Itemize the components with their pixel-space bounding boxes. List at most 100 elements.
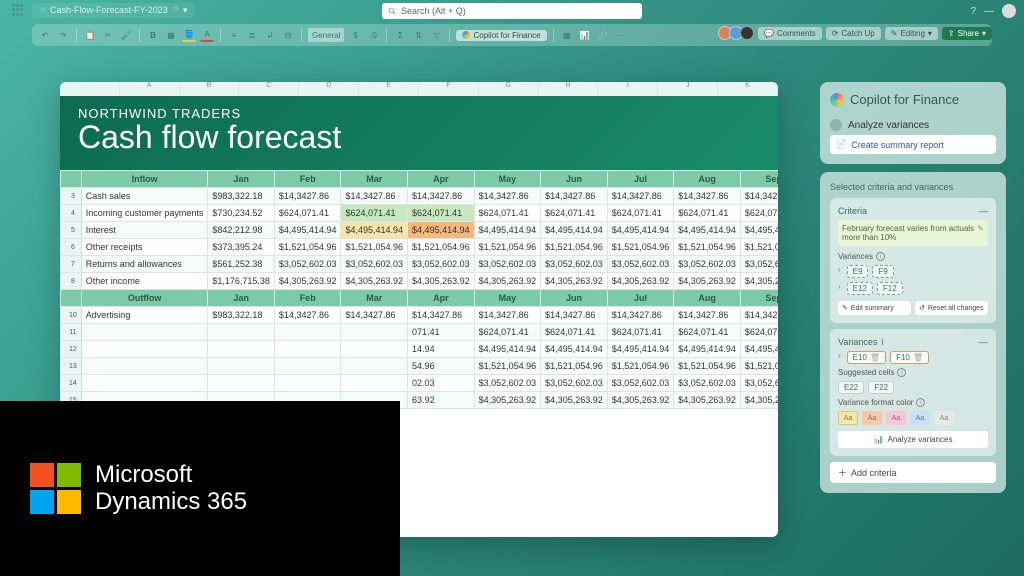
- row-number[interactable]: 7: [61, 256, 82, 273]
- autosum-button[interactable]: Σ: [393, 28, 407, 42]
- search-input[interactable]: Search (Alt + Q): [382, 3, 642, 19]
- filter-button[interactable]: ▽: [429, 28, 443, 42]
- swatch-orange[interactable]: Aa: [862, 411, 882, 425]
- cell[interactable]: $14,3427.86: [408, 188, 475, 205]
- cell[interactable]: [341, 324, 408, 341]
- editing-mode-button[interactable]: ✎ Editing ▾: [885, 27, 938, 40]
- row-number[interactable]: 13: [61, 358, 82, 375]
- chart-button[interactable]: 📊: [578, 28, 592, 42]
- edit-summary-button[interactable]: ✎ Edit summary: [838, 301, 911, 315]
- cell[interactable]: $561,252.38: [208, 256, 275, 273]
- row-number[interactable]: 5: [61, 222, 82, 239]
- cell[interactable]: $4,495,414.94: [607, 222, 674, 239]
- cell[interactable]: $624,071.41: [674, 205, 741, 222]
- cell[interactable]: $4,495,414.94: [341, 222, 408, 239]
- reset-changes-button[interactable]: ↺ Reset all changes: [915, 301, 988, 315]
- cell[interactable]: $1,521,054.96: [674, 358, 741, 375]
- cell[interactable]: $3,052,602.03: [274, 256, 341, 273]
- row-number[interactable]: 4: [61, 205, 82, 222]
- minimize-icon[interactable]: —: [984, 6, 994, 17]
- cell[interactable]: $14,3427.86: [607, 188, 674, 205]
- cell-chip[interactable]: E9: [847, 265, 869, 278]
- cell[interactable]: $4,495,414.94: [541, 222, 608, 239]
- avatar-3[interactable]: [740, 26, 754, 40]
- info-icon[interactable]: i: [876, 252, 885, 261]
- collapse-icon[interactable]: —: [979, 206, 988, 216]
- forecast-table[interactable]: InflowJanFebMarAprMayJunJulAugSep3Cash s…: [60, 170, 778, 409]
- cell[interactable]: $624,071.41: [541, 324, 608, 341]
- cell[interactable]: 63.92: [408, 392, 475, 409]
- cell[interactable]: $14,3427.86: [541, 307, 608, 324]
- swatch-pink[interactable]: Aa: [886, 411, 906, 425]
- cell[interactable]: $3,052,602.03: [740, 256, 778, 273]
- cell[interactable]: $624,071.41: [474, 324, 541, 341]
- cell[interactable]: [274, 375, 341, 392]
- cell[interactable]: $3,052,602.03: [607, 256, 674, 273]
- cell[interactable]: [274, 358, 341, 375]
- align-center-button[interactable]: ≣: [245, 28, 259, 42]
- cell[interactable]: $14,3427.86: [541, 188, 608, 205]
- cell[interactable]: $14,3427.86: [341, 188, 408, 205]
- cell[interactable]: $1,521,054.96: [341, 239, 408, 256]
- merge-button[interactable]: ⊟: [281, 28, 295, 42]
- cell[interactable]: $14,3427.86: [607, 307, 674, 324]
- row-number[interactable]: 12: [61, 341, 82, 358]
- cell[interactable]: $4,305,263.92: [541, 273, 608, 290]
- app-launcher-icon[interactable]: [12, 4, 24, 16]
- cell[interactable]: $4,305,263.92: [341, 273, 408, 290]
- cell[interactable]: $4,495,414.94: [674, 341, 741, 358]
- cell[interactable]: $1,521,054.96: [740, 358, 778, 375]
- row-number[interactable]: 11: [61, 324, 82, 341]
- cell[interactable]: [274, 324, 341, 341]
- cell[interactable]: $730,234.52: [208, 205, 275, 222]
- cell[interactable]: $624,071.41: [607, 205, 674, 222]
- col-header[interactable]: G: [479, 82, 539, 96]
- share-button[interactable]: ⇪ Share ▾: [942, 27, 992, 40]
- delete-icon[interactable]: 🗑: [913, 353, 923, 362]
- redo-button[interactable]: ↷: [56, 28, 70, 42]
- cell[interactable]: $14,3427.86: [341, 307, 408, 324]
- link-button[interactable]: 🔗: [596, 28, 610, 42]
- col-header[interactable]: K: [718, 82, 778, 96]
- suggested-chip[interactable]: E22: [838, 381, 864, 394]
- more-button[interactable]: ⋯: [614, 28, 628, 42]
- cell[interactable]: $1,521,054.96: [474, 358, 541, 375]
- info-icon[interactable]: i: [897, 368, 906, 377]
- cell[interactable]: $624,071.41: [740, 205, 778, 222]
- cell[interactable]: $624,071.41: [674, 324, 741, 341]
- suggested-chip[interactable]: F22: [868, 381, 894, 394]
- cell[interactable]: $4,495,414.94: [408, 222, 475, 239]
- cell[interactable]: $14,3427.86: [740, 307, 778, 324]
- cell[interactable]: [341, 341, 408, 358]
- col-header[interactable]: B: [180, 82, 240, 96]
- analyze-variances-action[interactable]: Analyze variances: [830, 115, 996, 135]
- cell[interactable]: $14,3427.86: [674, 307, 741, 324]
- cell[interactable]: $4,495,414.94: [274, 222, 341, 239]
- cell[interactable]: $14,3427.86: [674, 188, 741, 205]
- currency-button[interactable]: $: [348, 28, 362, 42]
- cell[interactable]: $4,305,263.92: [274, 273, 341, 290]
- insert-button[interactable]: ▦: [560, 28, 574, 42]
- cell[interactable]: [341, 375, 408, 392]
- border-button[interactable]: ▦: [164, 28, 178, 42]
- cell[interactable]: $1,521,054.96: [541, 358, 608, 375]
- cell[interactable]: 14.94: [408, 341, 475, 358]
- cell[interactable]: $624,071.41: [408, 205, 475, 222]
- cell[interactable]: $4,305,263.92: [408, 273, 475, 290]
- cell[interactable]: $4,305,263.92: [607, 273, 674, 290]
- cell[interactable]: $4,495,414.94: [474, 222, 541, 239]
- cell[interactable]: $4,305,263.92: [740, 392, 778, 409]
- file-tab[interactable]: Cash-Flow-Forecast-FY-2023 ⛅︎ ▾: [32, 3, 195, 18]
- font-color-button[interactable]: A: [200, 28, 214, 42]
- cell[interactable]: $4,305,263.92: [674, 392, 741, 409]
- cell[interactable]: $4,495,414.94: [474, 341, 541, 358]
- decimal-dec-button[interactable]: .0: [366, 28, 380, 42]
- cell[interactable]: $842,212.98: [208, 222, 275, 239]
- row-number[interactable]: 3: [61, 188, 82, 205]
- col-header[interactable]: D: [299, 82, 359, 96]
- collapse-icon[interactable]: —: [979, 337, 988, 347]
- cell[interactable]: $3,052,602.03: [408, 256, 475, 273]
- cell[interactable]: $3,052,602.03: [607, 375, 674, 392]
- cell[interactable]: $1,521,054.96: [474, 239, 541, 256]
- cell[interactable]: $4,305,263.92: [474, 392, 541, 409]
